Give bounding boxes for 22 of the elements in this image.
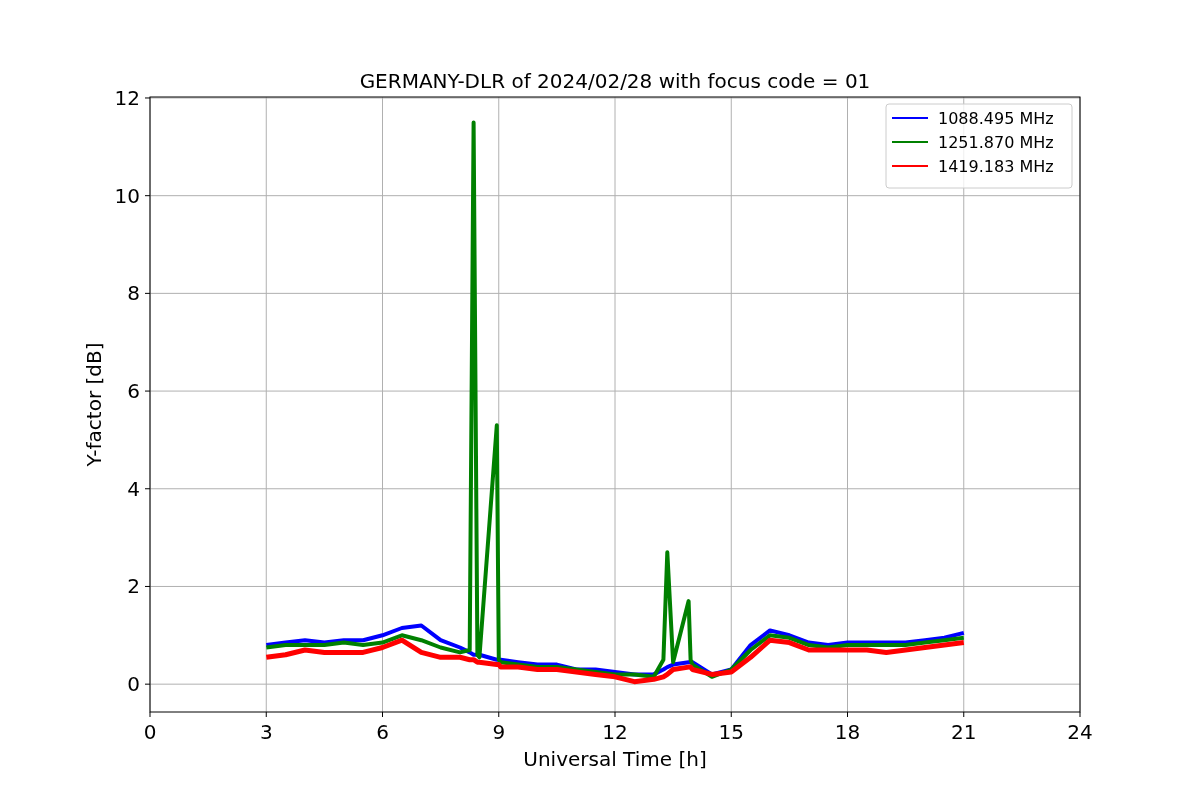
axis-label: Y-factor [dB] bbox=[82, 342, 106, 467]
tick-label: 0 bbox=[127, 672, 140, 697]
tick-label: 2 bbox=[127, 574, 140, 599]
tick-label: 10 bbox=[114, 183, 140, 208]
tick-label: 4 bbox=[127, 476, 140, 501]
chart-title: GERMANY-DLR of 2024/02/28 with focus code = 01 bbox=[359, 69, 871, 93]
tick-label: 12 bbox=[602, 720, 628, 744]
tick-label: 24 bbox=[1067, 720, 1093, 744]
tick-label: 6 bbox=[127, 379, 140, 404]
tick-label: 12 bbox=[114, 86, 140, 110]
legend-label: 1419.183 MHz bbox=[938, 157, 1054, 176]
tick-label: 8 bbox=[127, 281, 140, 306]
tick-label: 0 bbox=[143, 720, 157, 744]
legend-label: 1251.870 MHz bbox=[938, 133, 1054, 152]
legend-label: 1088.495 MHz bbox=[938, 109, 1054, 128]
axis-label: Universal Time [h] bbox=[523, 747, 707, 771]
tick-label: 9 bbox=[492, 720, 506, 744]
tick-label: 3 bbox=[259, 720, 273, 744]
tick-label: 21 bbox=[951, 720, 977, 744]
tick-label: 15 bbox=[718, 720, 744, 744]
tick-label: 6 bbox=[376, 720, 389, 744]
tick-label: 18 bbox=[834, 720, 861, 744]
